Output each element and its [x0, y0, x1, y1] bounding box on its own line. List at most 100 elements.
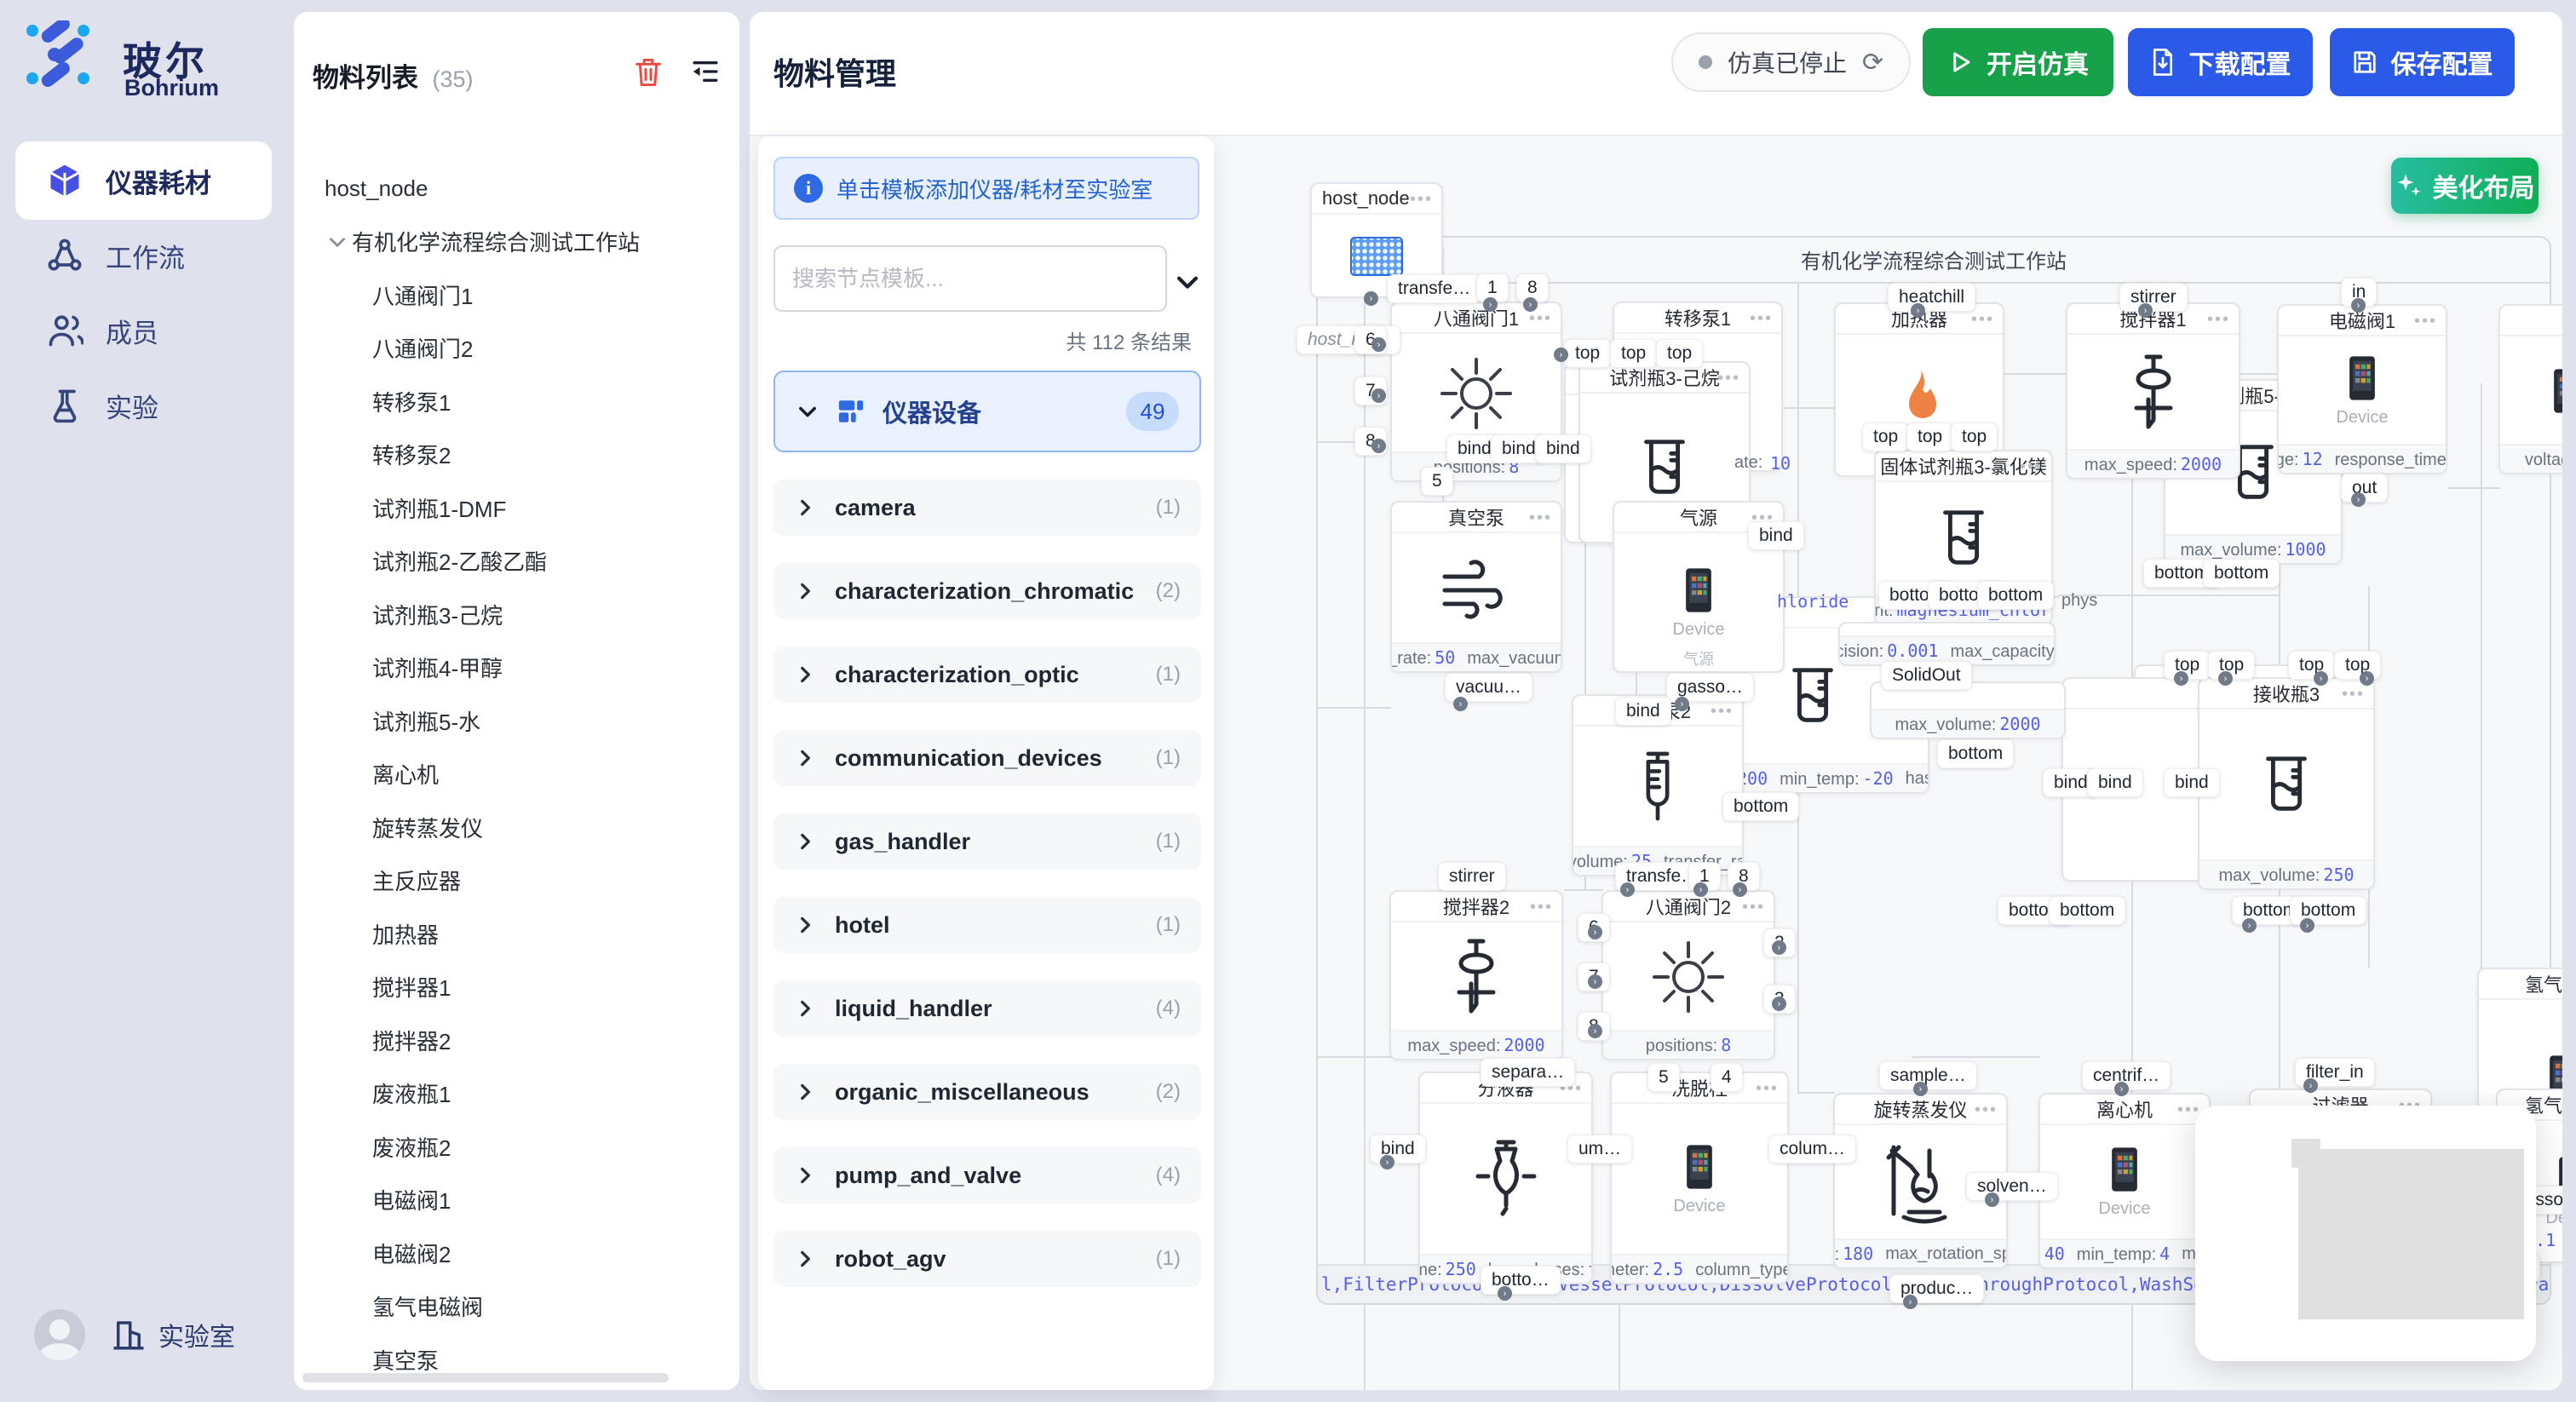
- template-item-characterization_optic[interactable]: characterization_optic(1): [773, 646, 1201, 703]
- node-menu-icon[interactable]: •••: [1971, 304, 1994, 335]
- node-menu-icon[interactable]: •••: [1742, 892, 1765, 922]
- node-menu-icon[interactable]: •••: [1717, 363, 1740, 394]
- port-dot[interactable]: ›: [1380, 1155, 1394, 1169]
- tree-item[interactable]: 主反应器: [294, 854, 739, 908]
- port-dot[interactable]: ›: [1371, 388, 1386, 403]
- port-dot[interactable]: ›: [1733, 882, 1747, 897]
- port-dot[interactable]: ›: [1903, 1295, 1918, 1309]
- port-pill[interactable]: top: [2334, 651, 2381, 680]
- collapse-panel-icon[interactable]: [690, 56, 721, 89]
- tree-item[interactable]: 转移泵1: [294, 375, 739, 428]
- port-dot[interactable]: ›: [1620, 882, 1635, 897]
- port-pill[interactable]: bind: [1615, 697, 1671, 726]
- template-item-characterization_chromatic[interactable]: characterization_chromatic(2): [773, 563, 1201, 619]
- template-item-robot_agv[interactable]: robot_agv(1): [773, 1231, 1201, 1287]
- template-item-liquid_handler[interactable]: liquid_handler(4): [773, 980, 1201, 1037]
- port-pill[interactable]: um…: [1567, 1135, 1632, 1164]
- port-pill[interactable]: heatchill: [1888, 283, 1975, 312]
- tree-item[interactable]: 离心机: [294, 748, 739, 802]
- horizontal-scrollbar[interactable]: [302, 1373, 669, 1382]
- port-pill[interactable]: solven…: [1966, 1172, 2058, 1201]
- port-pill[interactable]: bind: [1370, 1135, 1426, 1164]
- port-pill[interactable]: bind: [1535, 434, 1591, 463]
- port-dot[interactable]: ›: [1913, 1082, 1928, 1096]
- beautify-layout-button[interactable]: 美化布局: [2391, 158, 2539, 214]
- port-dot[interactable]: ›: [2351, 298, 2366, 313]
- tree-item[interactable]: 试剂瓶3-己烷: [294, 588, 739, 641]
- template-item-organic_miscellaneous[interactable]: organic_miscellaneous(2): [773, 1064, 1201, 1120]
- category-instruments[interactable]: 仪器设备 49: [773, 371, 1201, 452]
- port-pill[interactable]: 5: [1647, 1063, 1680, 1092]
- port-pill[interactable]: sample…: [1879, 1061, 1977, 1090]
- template-item-camera[interactable]: camera(1): [773, 480, 1201, 536]
- port-dot[interactable]: ›: [1985, 1192, 1999, 1207]
- port-pill[interactable]: botto…: [1481, 1266, 1561, 1295]
- node-menu-icon[interactable]: •••: [1410, 184, 1433, 215]
- port-dot[interactable]: ›: [2351, 492, 2366, 507]
- port-pill[interactable]: separa…: [1481, 1058, 1575, 1087]
- node-menu-icon[interactable]: •••: [1529, 503, 1552, 533]
- port-dot[interactable]: ›: [1371, 337, 1386, 352]
- port-dot[interactable]: ›: [2300, 918, 2314, 933]
- port-dot[interactable]: ›: [1453, 697, 1468, 711]
- node-menu-icon[interactable]: •••: [1750, 303, 1773, 334]
- port-pill[interactable]: top: [1951, 422, 1998, 451]
- port-dot[interactable]: ›: [2242, 918, 2257, 933]
- tree-item[interactable]: 氢气电磁阀: [294, 1280, 739, 1334]
- port-pill[interactable]: SolidOut: [1881, 661, 1972, 690]
- node-menu-icon[interactable]: •••: [1975, 1095, 1998, 1125]
- node-card-分液器[interactable]: 分液器•••volume:250has_phases:true: [1418, 1072, 1593, 1284]
- template-item-gas_handler[interactable]: gas_handler(1): [773, 813, 1201, 870]
- tree-item[interactable]: 废液瓶1: [294, 1067, 739, 1121]
- port-pill[interactable]: bind: [2164, 768, 2220, 797]
- sidebar-item-instruments[interactable]: 仪器耗材: [15, 141, 272, 220]
- tree-item[interactable]: 有机化学流程综合测试工作站: [294, 215, 739, 269]
- node-card-partial[interactable]: precision:0.001max_capacity:10: [1838, 622, 2056, 666]
- tree-item[interactable]: 电磁阀1: [294, 1174, 739, 1227]
- tree-item[interactable]: 试剂瓶5-水: [294, 694, 739, 748]
- node-menu-icon[interactable]: •••: [2414, 306, 2437, 336]
- tree-item[interactable]: 八通阀门1: [294, 268, 739, 322]
- port-pill[interactable]: bottom: [1937, 739, 2014, 768]
- node-card-搅拌器1[interactable]: 搅拌器1•••max_speed:2000: [2066, 302, 2240, 480]
- tree-item[interactable]: 废液瓶2: [294, 1120, 739, 1174]
- port-dot[interactable]: ›: [1554, 348, 1568, 362]
- port-dot[interactable]: ›: [1364, 291, 1378, 306]
- port-dot[interactable]: ›: [1371, 439, 1386, 453]
- port-pill[interactable]: transfe…: [1387, 274, 1481, 303]
- chevron-down-icon[interactable]: [326, 231, 352, 253]
- port-dot[interactable]: ›: [1523, 297, 1538, 312]
- port-pill[interactable]: stirrer: [2119, 283, 2188, 312]
- template-item-hotel[interactable]: hotel(1): [773, 897, 1201, 953]
- node-card-真空泵[interactable]: 真空泵•••pump_rate:50max_vacuum:0.1: [1390, 501, 1562, 673]
- tree-item[interactable]: 电磁阀2: [294, 1227, 739, 1280]
- node-card-partial[interactable]: max_volume:2000: [1870, 681, 2066, 739]
- port-pill[interactable]: top: [1610, 339, 1657, 368]
- port-pill[interactable]: bottom: [1977, 581, 2054, 610]
- refresh-icon[interactable]: ⟳: [1862, 48, 1883, 78]
- port-pill[interactable]: 5: [1421, 467, 1453, 496]
- sidebar-item-laboratory[interactable]: 实验室: [111, 1316, 235, 1353]
- port-dot[interactable]: ›: [1588, 974, 1602, 989]
- node-card-八通阀门2[interactable]: 八通阀门2•••positions:8: [1601, 890, 1775, 1060]
- avatar[interactable]: [34, 1309, 85, 1360]
- port-dot[interactable]: ›: [2218, 671, 2233, 686]
- port-pill[interactable]: top: [1862, 422, 1909, 451]
- tree-item[interactable]: 八通阀门2: [294, 322, 739, 376]
- port-pill[interactable]: bottom: [2049, 896, 2125, 925]
- port-pill[interactable]: bottom: [1722, 792, 1799, 821]
- port-pill[interactable]: top: [1656, 339, 1703, 368]
- port-dot[interactable]: ›: [2360, 671, 2374, 686]
- port-pill[interactable]: bind: [1748, 521, 1804, 550]
- sidebar-item-workflow[interactable]: 工作流: [15, 216, 272, 295]
- search-input[interactable]: [773, 245, 1167, 312]
- tree-item[interactable]: 试剂瓶2-乙酸乙酯: [294, 535, 739, 589]
- node-menu-icon[interactable]: •••: [2207, 304, 2230, 335]
- tree-item[interactable]: 转移泵2: [294, 428, 739, 482]
- port-dot[interactable]: ›: [1911, 303, 1925, 318]
- download-config-button[interactable]: 下载配置: [2128, 28, 2313, 96]
- chevron-down-icon[interactable]: [1173, 267, 1202, 296]
- tree-item[interactable]: 搅拌器2: [294, 1014, 739, 1067]
- node-menu-icon[interactable]: •••: [1530, 892, 1553, 922]
- save-config-button[interactable]: 保存配置: [2330, 28, 2515, 96]
